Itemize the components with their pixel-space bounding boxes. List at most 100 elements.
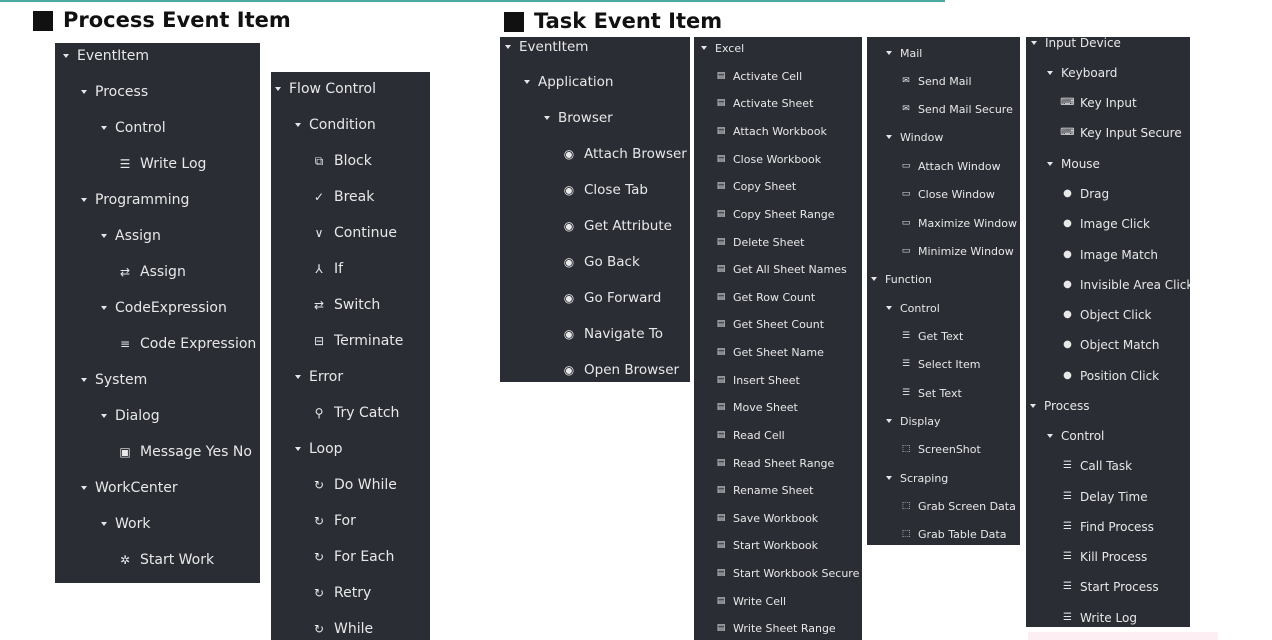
tree-item-copy-sheet[interactable]: ▤ Copy Sheet	[716, 177, 862, 195]
tree-folder-input-device[interactable]: Input Device	[1031, 37, 1190, 52]
caret-down-icon[interactable]	[81, 378, 87, 382]
tree-item-delete-sheet[interactable]: ▤ Delete Sheet	[716, 233, 862, 251]
tree-folder-control[interactable]: Control	[101, 119, 260, 137]
tree-folder-dialog[interactable]: Dialog	[101, 407, 260, 425]
tree-folder-system[interactable]: System	[81, 371, 260, 389]
tree-folder-excel[interactable]: Excel	[701, 39, 862, 57]
tree-folder-codeexpression[interactable]: CodeExpression	[101, 299, 260, 317]
caret-down-icon[interactable]	[886, 135, 892, 139]
caret-down-icon[interactable]	[295, 123, 301, 127]
tree-item-navigate-to[interactable]: ◉ Navigate To	[562, 325, 690, 343]
tree-folder-workcenter[interactable]: WorkCenter	[81, 479, 260, 497]
caret-down-icon[interactable]	[101, 234, 107, 238]
caret-down-icon[interactable]	[1031, 41, 1037, 45]
tree-item-find-process[interactable]: ☰ Find Process	[1062, 518, 1190, 536]
tree-folder-eventitem[interactable]: EventItem	[63, 47, 260, 65]
tree-item-screenshot[interactable]: ⬚ ScreenShot	[901, 440, 1020, 458]
tree-folder-control[interactable]: Control	[886, 299, 1020, 317]
tree-item-send-mail-secure[interactable]: ✉ Send Mail Secure	[901, 100, 1020, 118]
tree-item-terminate[interactable]: ⊟ Terminate	[312, 332, 430, 350]
tree-item-insert-sheet[interactable]: ▤ Insert Sheet	[716, 371, 862, 389]
tree-item-grab-table-data[interactable]: ⬚ Grab Table Data	[901, 525, 1020, 543]
tree-item-copy-sheet-range[interactable]: ▤ Copy Sheet Range	[716, 205, 862, 223]
caret-down-icon[interactable]	[886, 476, 892, 480]
tree-folder-condition[interactable]: Condition	[295, 116, 430, 134]
caret-down-icon[interactable]	[544, 116, 550, 120]
tree-item-object-click[interactable]: ● Object Click	[1062, 306, 1190, 324]
tree-item-switch[interactable]: ⇄ Switch	[312, 296, 430, 314]
caret-down-icon[interactable]	[524, 80, 530, 84]
tree-folder-flow-control[interactable]: Flow Control	[275, 80, 430, 98]
tree-item-key-input-secure[interactable]: ⌨ Key Input Secure	[1060, 124, 1190, 142]
tree-item-start-work[interactable]: ✲ Start Work	[118, 551, 260, 569]
tree-item-block[interactable]: ⧉ Block	[312, 152, 430, 170]
tree-item-for[interactable]: ↻ For	[312, 512, 430, 530]
tree-folder-window[interactable]: Window	[886, 128, 1020, 146]
tree-item-delay-time[interactable]: ☰ Delay Time	[1062, 488, 1190, 506]
tree-item-save-workbook[interactable]: ▤ Save Workbook	[716, 509, 862, 527]
tree-item-start-workbook-secure[interactable]: ▤ Start Workbook Secure	[716, 564, 862, 582]
tree-folder-application[interactable]: Application	[524, 73, 690, 91]
tree-folder-scraping[interactable]: Scraping	[886, 469, 1020, 487]
caret-down-icon[interactable]	[505, 45, 511, 49]
tree-item-grab-screen-data[interactable]: ⬚ Grab Screen Data	[901, 497, 1020, 515]
tree-item-close-tab[interactable]: ◉ Close Tab	[562, 181, 690, 199]
caret-down-icon[interactable]	[101, 126, 107, 130]
tree-item-key-input[interactable]: ⌨ Key Input	[1060, 94, 1190, 112]
tree-folder-eventitem[interactable]: EventItem	[505, 38, 690, 56]
tree-item-image-click[interactable]: ● Image Click	[1062, 215, 1190, 233]
tree-item-break[interactable]: ✓ Break	[312, 188, 430, 206]
tree-item-start-workbook[interactable]: ▤ Start Workbook	[716, 536, 862, 554]
caret-down-icon[interactable]	[81, 486, 87, 490]
tree-item-get-all-sheet-names[interactable]: ▤ Get All Sheet Names	[716, 260, 862, 278]
caret-down-icon[interactable]	[295, 375, 301, 379]
caret-down-icon[interactable]	[886, 306, 892, 310]
tree-item-attach-workbook[interactable]: ▤ Attach Workbook	[716, 122, 862, 140]
tree-item-activate-cell[interactable]: ▤ Activate Cell	[716, 67, 862, 85]
tree-folder-process[interactable]: Process	[81, 83, 260, 101]
caret-down-icon[interactable]	[886, 419, 892, 423]
tree-item-assign[interactable]: ⇄ Assign	[118, 263, 260, 281]
tree-folder-mail[interactable]: Mail	[886, 44, 1020, 62]
caret-down-icon[interactable]	[1047, 434, 1053, 438]
tree-item-continue[interactable]: ∨ Continue	[312, 224, 430, 242]
tree-item-go-back[interactable]: ◉ Go Back	[562, 253, 690, 271]
caret-down-icon[interactable]	[63, 54, 69, 58]
tree-folder-keyboard[interactable]: Keyboard	[1047, 64, 1190, 82]
tree-folder-control[interactable]: Control	[1047, 427, 1190, 445]
tree-item-set-text[interactable]: ☰ Set Text	[901, 384, 1020, 402]
tree-folder-work[interactable]: Work	[101, 515, 260, 533]
tree-item-try-catch[interactable]: ⚲ Try Catch	[312, 404, 430, 422]
tree-item-read-cell[interactable]: ▤ Read Cell	[716, 426, 862, 444]
tree-item-get-sheet-count[interactable]: ▤ Get Sheet Count	[716, 315, 862, 333]
tree-item-attach-window[interactable]: ▭ Attach Window	[901, 157, 1020, 175]
tree-item-read-sheet-range[interactable]: ▤ Read Sheet Range	[716, 454, 862, 472]
tree-folder-browser[interactable]: Browser	[544, 109, 690, 127]
tree-item-message-yes-no[interactable]: ▣ Message Yes No	[118, 443, 260, 461]
tree-item-image-match[interactable]: ● Image Match	[1062, 246, 1190, 264]
caret-down-icon[interactable]	[871, 277, 877, 281]
tree-folder-display[interactable]: Display	[886, 412, 1020, 430]
tree-folder-process[interactable]: Process	[1030, 397, 1190, 415]
tree-item-get-sheet-name[interactable]: ▤ Get Sheet Name	[716, 343, 862, 361]
tree-item-position-click[interactable]: ● Position Click	[1062, 367, 1190, 385]
tree-item-write-cell[interactable]: ▤ Write Cell	[716, 592, 862, 610]
tree-item-kill-process[interactable]: ☰ Kill Process	[1062, 548, 1190, 566]
tree-item-attach-browser[interactable]: ◉ Attach Browser	[562, 145, 690, 163]
tree-item-call-task[interactable]: ☰ Call Task	[1062, 457, 1190, 475]
tree-item-start-process[interactable]: ☰ Start Process	[1062, 578, 1190, 596]
caret-down-icon[interactable]	[1047, 162, 1053, 166]
tree-folder-loop[interactable]: Loop	[295, 440, 430, 458]
tree-item-write-log[interactable]: ☰ Write Log	[1062, 609, 1190, 627]
tree-item-retry[interactable]: ↻ Retry	[312, 584, 430, 602]
tree-item-get-row-count[interactable]: ▤ Get Row Count	[716, 288, 862, 306]
caret-down-icon[interactable]	[1047, 71, 1053, 75]
tree-item-move-sheet[interactable]: ▤ Move Sheet	[716, 398, 862, 416]
tree-folder-error[interactable]: Error	[295, 368, 430, 386]
tree-item-close-workbook[interactable]: ▤ Close Workbook	[716, 150, 862, 168]
tree-item-get-text[interactable]: ☰ Get Text	[901, 327, 1020, 345]
tree-item-for-each[interactable]: ↻ For Each	[312, 548, 430, 566]
tree-item-select-item[interactable]: ☰ Select Item	[901, 355, 1020, 373]
tree-item-get-attribute[interactable]: ◉ Get Attribute	[562, 217, 690, 235]
tree-item-code-expression[interactable]: ≡ Code Expression	[118, 335, 260, 353]
